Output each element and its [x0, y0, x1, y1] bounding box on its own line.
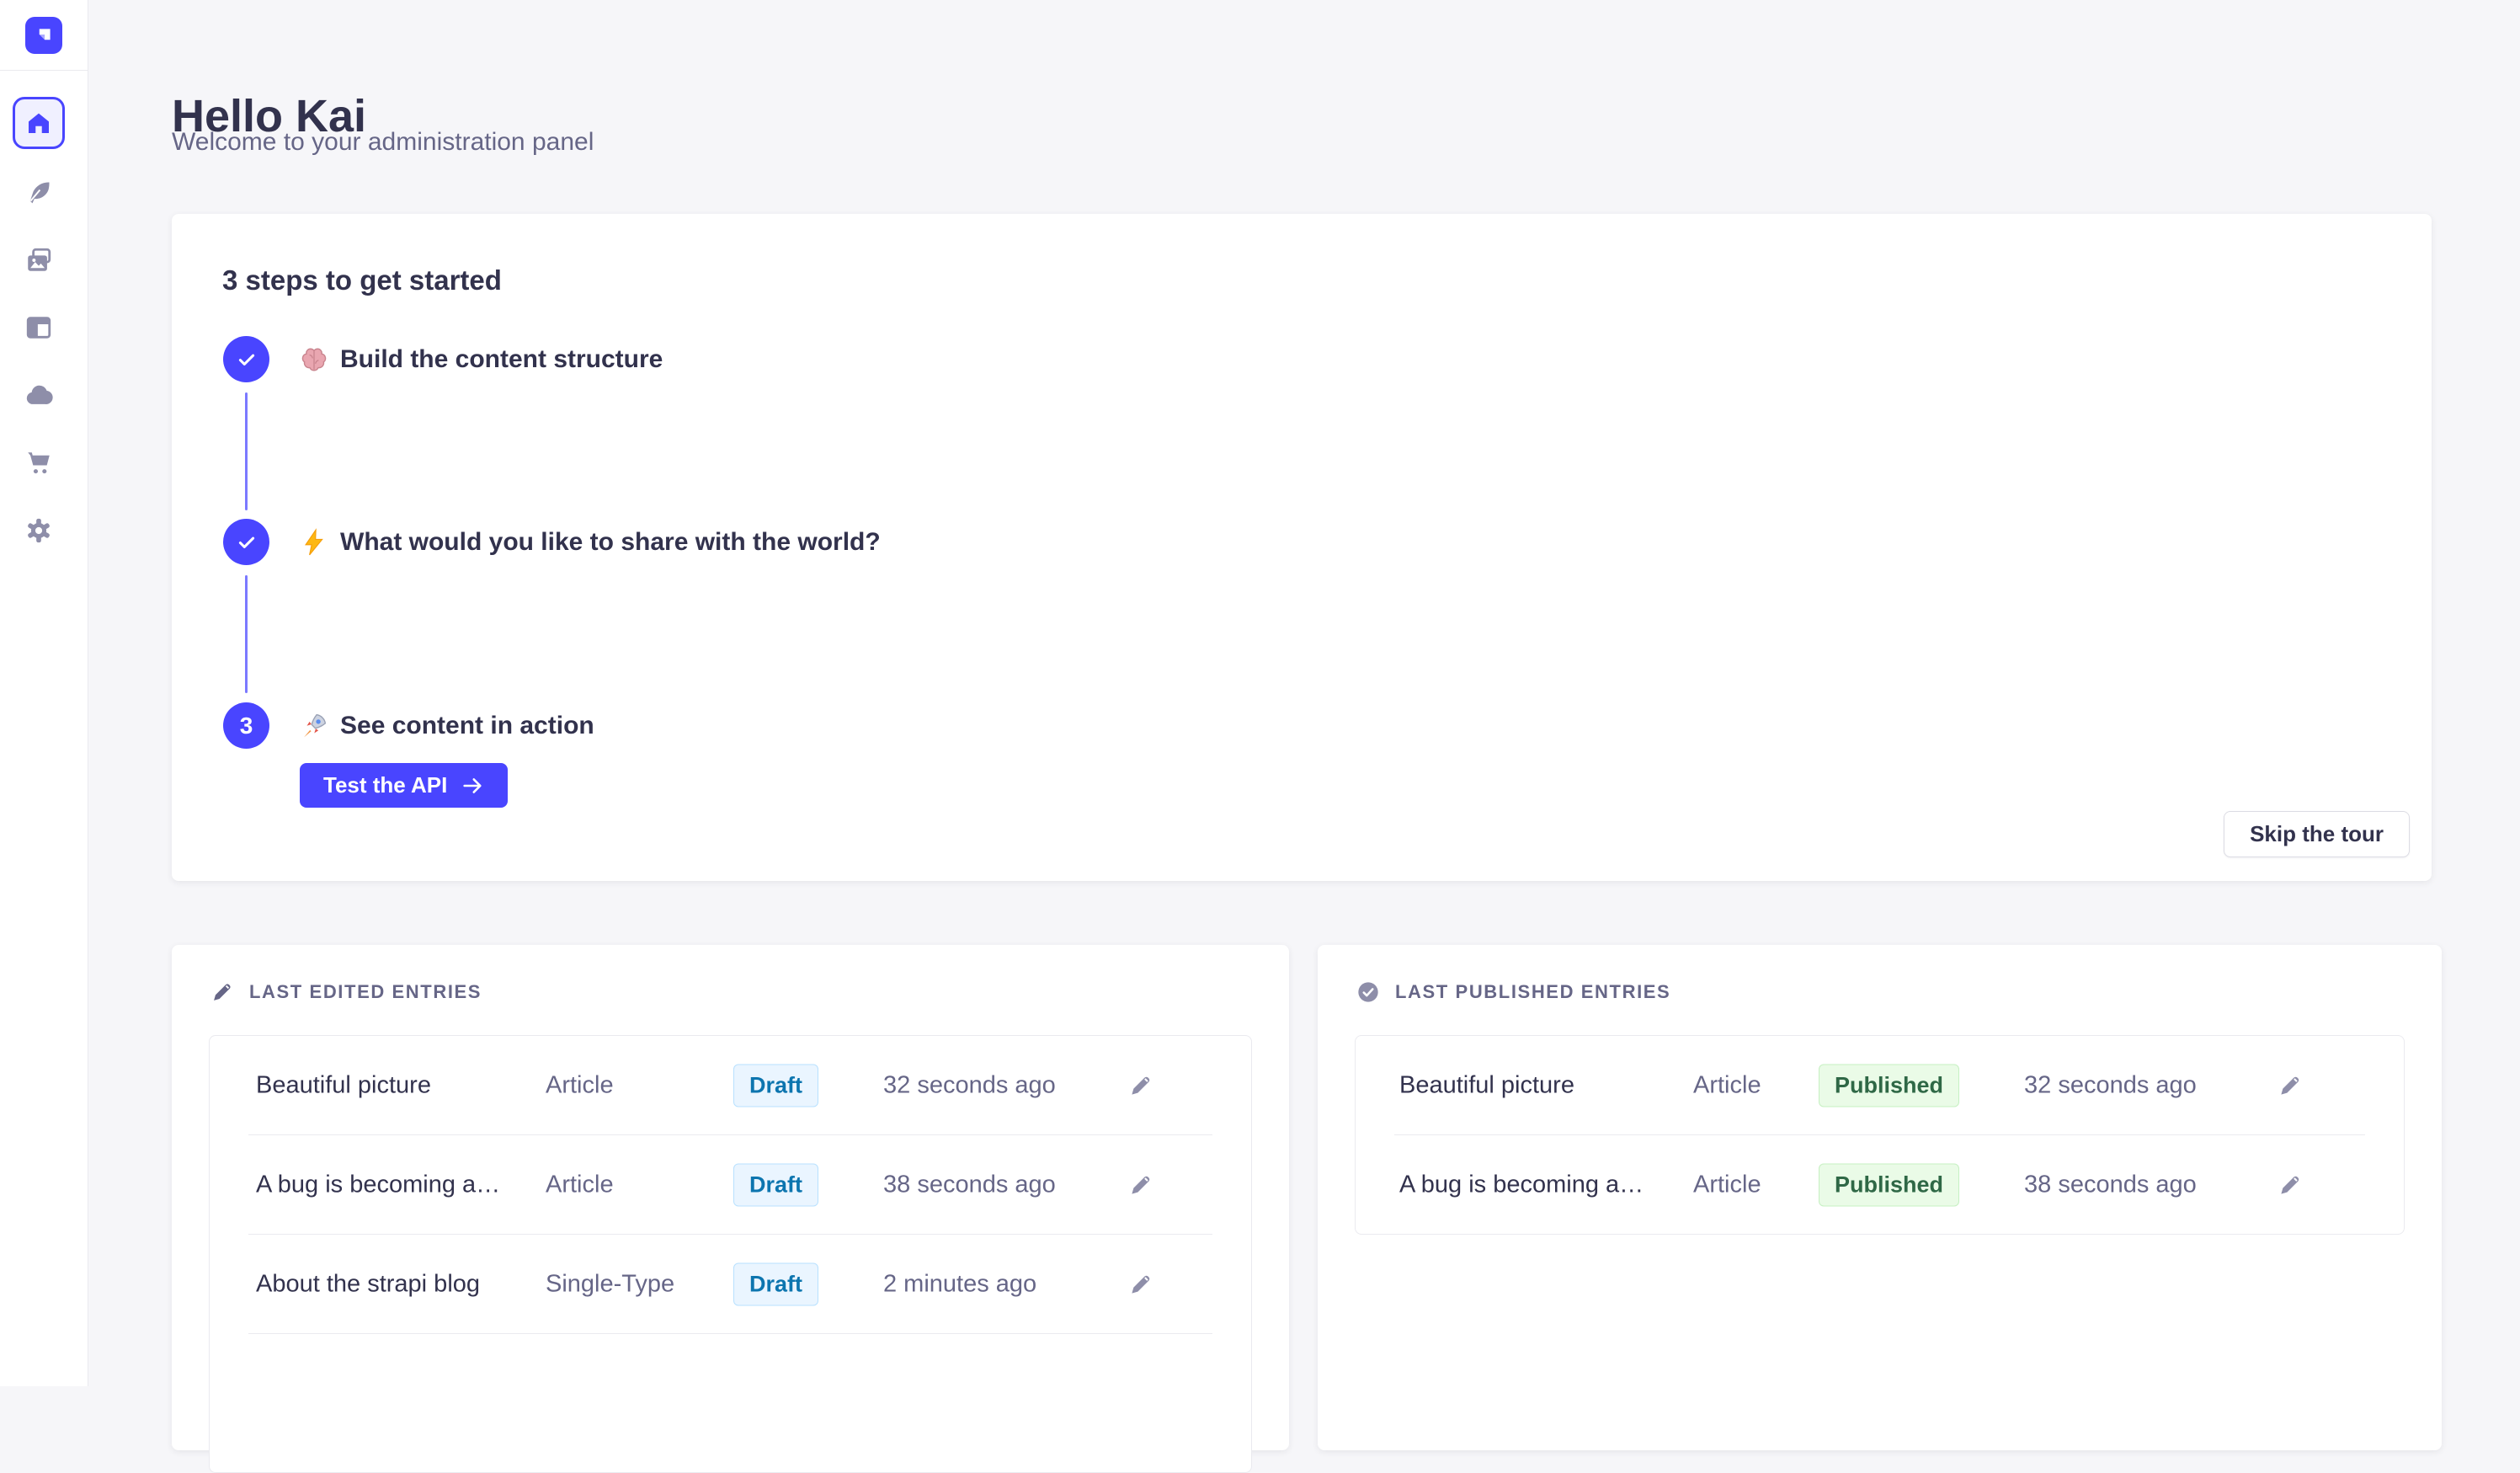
table-row[interactable]: A bug is becoming a… Article Published 3…	[1356, 1135, 2404, 1235]
feather-pen-icon	[24, 179, 53, 207]
cloud-icon	[24, 382, 53, 410]
table-row[interactable]: Beautiful picture Article Draft 32 secon…	[210, 1036, 1251, 1135]
row-time: 32 seconds ago	[2024, 1072, 2197, 1100]
strapi-logo-icon	[32, 24, 56, 47]
rocket-emoji-icon	[300, 712, 328, 740]
step-2-status-circle	[223, 519, 269, 565]
pencil-icon	[210, 980, 234, 1004]
sidebar-item-media-library[interactable]	[13, 234, 65, 286]
step-1-status-circle	[223, 336, 269, 382]
status-badge: Published	[1819, 1164, 1959, 1207]
sidebar-item-settings[interactable]	[13, 504, 65, 557]
table-row[interactable]: Beautiful picture Article Published 32 s…	[1356, 1036, 2404, 1135]
sidebar-item-home[interactable]	[13, 97, 65, 149]
caption-text: LAST PUBLISHED ENTRIES	[1395, 981, 1670, 1003]
row-type: Article	[546, 1072, 614, 1100]
step-number: 3	[240, 712, 253, 739]
edit-entry-button[interactable]	[1122, 1166, 1159, 1203]
row-type: Single-Type	[546, 1271, 674, 1299]
status-badge: Draft	[733, 1263, 818, 1306]
row-title: A bug is becoming a…	[1399, 1171, 1644, 1199]
caption-text: LAST EDITED ENTRIES	[249, 981, 482, 1003]
last-published-caption: LAST PUBLISHED ENTRIES	[1356, 977, 1670, 1007]
arrow-right-icon	[461, 774, 484, 798]
check-circle-icon	[1356, 980, 1380, 1004]
row-type: Article	[1693, 1072, 1761, 1100]
last-edited-caption: LAST EDITED ENTRIES	[210, 977, 482, 1007]
pencil-icon	[1128, 1172, 1153, 1198]
skip-tour-button[interactable]: Skip the tour	[2224, 811, 2410, 857]
table-row[interactable]: A bug is becoming a… Article Draft 38 se…	[210, 1135, 1251, 1235]
onboarding-card: 3 steps to get started 3 Build the conte…	[172, 214, 2432, 881]
edit-entry-button[interactable]	[1122, 1067, 1159, 1104]
last-published-card: LAST PUBLISHED ENTRIES Beautiful picture…	[1318, 945, 2442, 1450]
sidebar-item-content-type-builder[interactable]	[13, 302, 65, 354]
check-icon	[236, 531, 258, 553]
lightning-emoji-icon	[300, 528, 328, 557]
status-badge: Draft	[733, 1164, 818, 1207]
last-edited-card: LAST EDITED ENTRIES Beautiful picture Ar…	[172, 945, 1289, 1450]
last-published-table: Beautiful picture Article Published 32 s…	[1355, 1035, 2405, 1235]
onboarding-title: 3 steps to get started	[222, 264, 502, 296]
row-title: A bug is becoming a…	[256, 1171, 500, 1199]
step-item-see-content[interactable]: See content in action	[300, 702, 594, 749]
gear-icon	[24, 516, 53, 545]
logo-section	[0, 0, 88, 71]
row-time: 38 seconds ago	[2024, 1171, 2197, 1199]
row-time: 2 minutes ago	[883, 1271, 1036, 1299]
layout-icon	[24, 313, 53, 342]
row-time: 32 seconds ago	[883, 1072, 1056, 1100]
edit-entry-button[interactable]	[1122, 1266, 1159, 1303]
step-label: Build the content structure	[340, 345, 663, 374]
sidebar-item-marketplace[interactable]	[13, 437, 65, 489]
step-connector	[245, 575, 248, 693]
sidebar	[0, 0, 88, 1386]
row-title: Beautiful picture	[256, 1072, 431, 1100]
shopping-cart-icon	[24, 449, 53, 478]
pencil-icon	[2278, 1172, 2303, 1198]
page-subtitle: Welcome to your administration panel	[172, 126, 594, 158]
sidebar-item-content-manager[interactable]	[13, 167, 65, 219]
row-type: Article	[546, 1171, 614, 1199]
table-row[interactable]: About the strapi blog Single-Type Draft …	[210, 1235, 1251, 1334]
step-item-share-content[interactable]: What would you like to share with the wo…	[300, 519, 881, 565]
status-badge: Draft	[733, 1065, 818, 1107]
row-time: 38 seconds ago	[883, 1171, 1056, 1199]
pencil-icon	[2278, 1073, 2303, 1098]
strapi-logo[interactable]	[25, 17, 62, 54]
edit-entry-button[interactable]	[2272, 1166, 2309, 1203]
sidebar-item-cloud[interactable]	[13, 370, 65, 422]
edit-entry-button[interactable]	[2272, 1067, 2309, 1104]
brain-emoji-icon	[300, 345, 328, 374]
step-item-build-content[interactable]: Build the content structure	[300, 336, 663, 382]
home-icon	[25, 109, 52, 136]
test-api-label: Test the API	[323, 772, 447, 798]
status-badge: Published	[1819, 1065, 1959, 1107]
row-title: Beautiful picture	[1399, 1072, 1574, 1100]
test-api-button[interactable]: Test the API	[300, 763, 508, 808]
pencil-icon	[1128, 1073, 1153, 1098]
step-label: What would you like to share with the wo…	[340, 528, 881, 557]
pencil-icon	[1128, 1272, 1153, 1297]
media-library-icon	[24, 246, 53, 275]
last-edited-table: Beautiful picture Article Draft 32 secon…	[209, 1035, 1252, 1473]
row-type: Article	[1693, 1171, 1761, 1199]
step-connector	[245, 392, 248, 510]
check-icon	[236, 349, 258, 371]
step-label: See content in action	[340, 712, 594, 740]
step-3-status-circle: 3	[223, 702, 269, 749]
row-title: About the strapi blog	[256, 1271, 480, 1299]
